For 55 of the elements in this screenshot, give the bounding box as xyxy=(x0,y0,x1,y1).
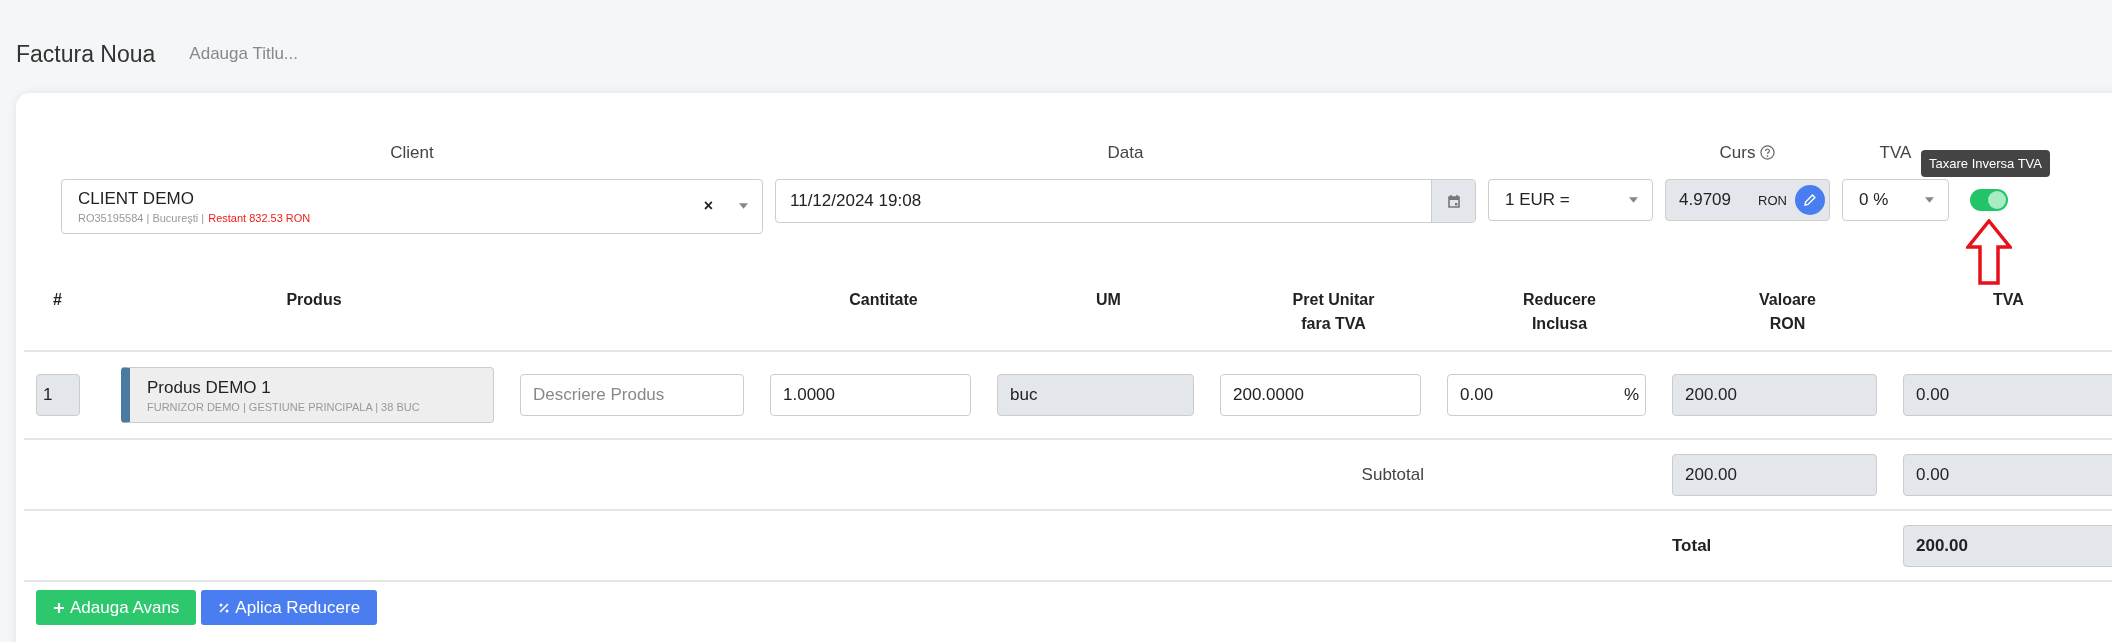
help-icon[interactable] xyxy=(1760,145,1776,160)
apply-discount-button[interactable]: Aplica Reducere xyxy=(201,590,378,625)
field-label: Client xyxy=(389,143,435,164)
caret-icon xyxy=(1925,197,1934,203)
column-header: # xyxy=(52,290,63,310)
subtotal-label: Subtotal xyxy=(1360,464,1425,485)
tooltip: Taxare Inversa TVA xyxy=(1921,150,2050,177)
product-field[interactable]: Produs DEMO 1 FURNIZOR DEMO | GESTIUNE PRINCIPALA | 38 BUC xyxy=(121,367,494,423)
discount-input-field[interactable]: 0.00 % xyxy=(1447,374,1646,416)
up-arrow-annotation xyxy=(1966,219,2012,285)
column-header: TVA xyxy=(1992,290,2025,310)
currency-unit: RON xyxy=(1758,192,1787,208)
row-number-field: 1 xyxy=(36,374,80,416)
title-input-field[interactable]: Adauga Titlu... xyxy=(189,44,390,64)
price-input-field[interactable]: 200.0000 xyxy=(1220,374,1421,416)
caret-icon xyxy=(1629,197,1638,203)
vat-select[interactable]: 0 % xyxy=(1842,179,1949,221)
client-balance: Restant 832.53 RON xyxy=(208,211,311,224)
percent-icon xyxy=(218,601,231,614)
currency-select[interactable]: 1 EUR = xyxy=(1488,179,1653,221)
page-title: Factura Noua xyxy=(16,40,156,68)
client-select[interactable]: CLIENT DEMO RO35195584 | Bucureşti | Restant 832.53 RON × xyxy=(61,178,763,234)
plus-icon xyxy=(53,601,65,614)
subtotal-vat-field: 0.00 xyxy=(1903,453,2112,496)
quantity-input-field[interactable]: 1.0000 xyxy=(770,374,971,416)
product-details: FURNIZOR DEMO | GESTIUNE PRINCIPALA | 38 BUC xyxy=(147,400,421,413)
column-header: Cantitate xyxy=(848,290,919,310)
clear-icon[interactable]: × xyxy=(703,197,713,216)
calendar-icon xyxy=(1446,194,1461,208)
percent-sign: % xyxy=(1623,385,1639,405)
product-name: Produs DEMO 1 xyxy=(147,377,272,398)
description-input-field[interactable]: Descriere Produs xyxy=(520,374,744,416)
value-field: 200.00 xyxy=(1672,374,1877,416)
edit-button[interactable] xyxy=(1795,185,1825,215)
caret-icon xyxy=(739,203,748,210)
client-name: CLIENT DEMO xyxy=(78,188,195,209)
reverse-charge-toggle[interactable] xyxy=(1970,189,2008,211)
client-details: RO35195584 | Bucureşti | xyxy=(78,211,205,224)
column-header: UM xyxy=(1095,290,1122,310)
calendar-button[interactable] xyxy=(1431,180,1475,222)
field-label: Data xyxy=(1106,143,1145,164)
vat-amount-field: 0.00 xyxy=(1903,374,2112,416)
unit-field: buc xyxy=(997,374,1194,416)
field-label: TVA xyxy=(1879,143,1912,162)
column-header: Produs xyxy=(285,290,343,310)
subtotal-value-field: 200.00 xyxy=(1672,453,1877,496)
column-header: Reducere Inclusa xyxy=(1522,290,1597,334)
exchange-rate-field[interactable]: 4.9709 RON xyxy=(1665,179,1830,221)
total-label: Total xyxy=(1672,535,1713,556)
total-value-field: 200.00 xyxy=(1903,524,2112,567)
column-header: Valoare RON xyxy=(1758,290,1817,334)
pencil-icon xyxy=(1803,193,1817,207)
field-label: Curs xyxy=(1719,143,1756,163)
date-input-field[interactable]: 11/12/2024 19:08 xyxy=(775,179,1476,223)
column-header: Pret Unitar fara TVA xyxy=(1291,290,1376,334)
